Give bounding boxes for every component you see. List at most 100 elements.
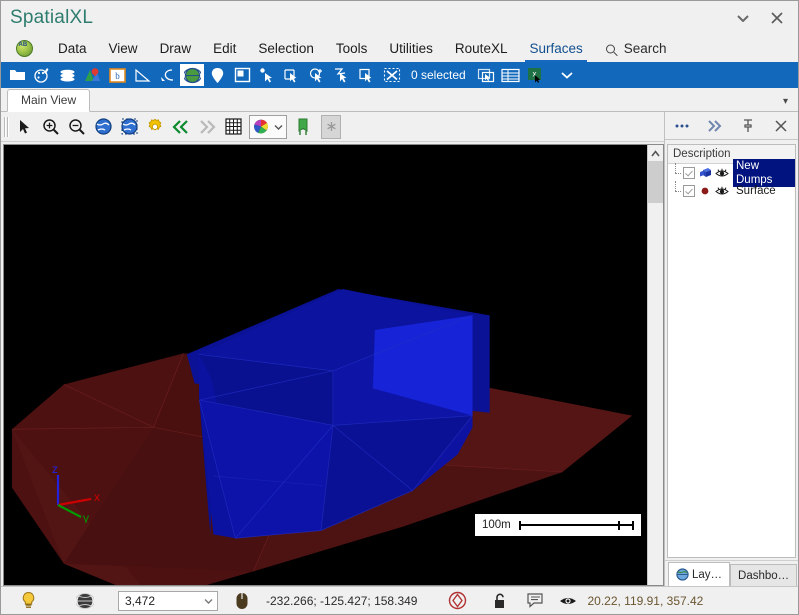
menu-item-view[interactable]: View — [98, 35, 149, 62]
chevron-down-icon — [737, 15, 749, 22]
boundary-b-button[interactable]: b — [105, 64, 129, 86]
next-view-button[interactable] — [194, 115, 220, 139]
clear-selection-button[interactable] — [380, 64, 404, 86]
search-box[interactable]: Search — [602, 35, 667, 62]
3d-viewport[interactable]: z x y 100m — [4, 145, 647, 585]
layer-checkbox[interactable] — [683, 185, 695, 197]
scrollbar-thumb[interactable] — [648, 161, 663, 203]
globe-icon — [676, 568, 689, 581]
layer-row-surface[interactable]: Surface — [668, 181, 795, 200]
visibility-eye-icon[interactable] — [715, 168, 729, 179]
table-grid-button[interactable] — [499, 64, 523, 86]
toolbar-drag-handle[interactable] — [3, 116, 9, 137]
snap-target-icon — [448, 591, 467, 610]
globe-button[interactable] — [180, 64, 204, 86]
curve-tool-button[interactable] — [155, 64, 179, 86]
menu-label: Selection — [258, 41, 314, 56]
settings-gear-icon — [148, 118, 162, 130]
chevron-down-icon[interactable] — [204, 598, 213, 604]
tabstrip-overflow-icon[interactable]: ▾ — [783, 96, 788, 107]
color-palette-dropdown-icon — [254, 119, 268, 134]
close-window-button[interactable] — [760, 4, 794, 32]
view-toolbar — [1, 112, 664, 142]
chevron-down-icon — [561, 72, 573, 79]
select-window-button[interactable] — [474, 64, 498, 86]
menu-label: Data — [58, 41, 87, 56]
map-pin-button[interactable] — [80, 64, 104, 86]
grid-button[interactable] — [220, 115, 246, 139]
svg-text:y: y — [83, 511, 89, 523]
view-settings-button[interactable] — [142, 115, 168, 139]
palette-brush-button[interactable] — [30, 64, 54, 86]
unlock-icon — [495, 593, 505, 608]
scrollbar-track[interactable] — [648, 203, 663, 585]
scroll-up-button[interactable] — [648, 145, 663, 161]
pin-panel-button[interactable] — [736, 115, 760, 137]
dock-tab-dashboard[interactable]: Dashbo… — [730, 564, 798, 586]
menu-label: Tools — [335, 41, 368, 56]
visibility-eye-icon[interactable] — [715, 186, 729, 197]
snap-target-button[interactable] — [431, 587, 483, 614]
map-pin-icon — [84, 67, 100, 81]
eye-icon — [560, 597, 577, 604]
app-logo-button[interactable] — [1, 35, 47, 62]
menu-item-selection[interactable]: Selection — [247, 35, 325, 62]
collapse-panel-button[interactable] — [703, 115, 727, 137]
menu-item-tools[interactable]: Tools — [325, 35, 379, 62]
menu-item-routexl[interactable]: RouteXL — [444, 35, 519, 62]
excel-export-button[interactable]: x — [524, 64, 548, 86]
ribbon-overflow-button[interactable] — [555, 64, 579, 86]
chevron-down-icon — [274, 124, 283, 130]
marker-pin-button[interactable] — [205, 64, 229, 86]
menu-item-surfaces[interactable]: Surfaces — [518, 35, 593, 62]
scale-bar-line — [518, 520, 635, 530]
layer-checkbox[interactable] — [683, 167, 695, 179]
viewport-vertical-scrollbar[interactable] — [647, 145, 663, 585]
curve-tool-icon — [160, 68, 173, 81]
clear-selection-icon — [383, 67, 401, 83]
green-flag-button[interactable] — [290, 115, 316, 139]
layers-stack-button[interactable] — [55, 64, 79, 86]
select-circle-button[interactable] — [305, 64, 329, 86]
scale-count-combobox[interactable]: 3,472 — [118, 590, 218, 611]
layer-label: Surface — [736, 185, 776, 197]
lock-button[interactable] — [483, 587, 517, 614]
close-panel-button[interactable] — [769, 115, 793, 137]
select-lasso-button[interactable] — [330, 64, 354, 86]
zoom-in-icon — [43, 118, 59, 135]
panel-layout-button[interactable] — [230, 64, 254, 86]
menu-item-draw[interactable]: Draw — [149, 35, 203, 62]
dock-tab-layers[interactable]: Lay… — [668, 562, 731, 586]
menu-label: Draw — [159, 41, 192, 56]
open-folder-button[interactable] — [5, 64, 29, 86]
zoom-out-button[interactable] — [64, 115, 90, 139]
tab-main-view[interactable]: Main View — [7, 89, 91, 112]
angle-measure-button[interactable] — [130, 64, 154, 86]
tree-connector — [672, 163, 683, 182]
excel-export-icon: x — [528, 68, 542, 83]
ribbon-toolbar: b 0 selected x — [1, 62, 798, 88]
pointer-select-button[interactable] — [12, 115, 38, 139]
palette-brush-icon — [33, 68, 48, 83]
lightbulb-button[interactable] — [1, 587, 56, 614]
window-menu-chevron-button[interactable] — [726, 4, 760, 32]
color-palette-dropdown[interactable] — [249, 114, 287, 139]
select-rectangle-button[interactable] — [355, 64, 379, 86]
layers-stack-icon — [60, 69, 74, 82]
menu-item-edit[interactable]: Edit — [202, 35, 247, 62]
menu-item-data[interactable]: Data — [47, 35, 98, 62]
globe-status-button[interactable] — [56, 587, 114, 614]
zoom-window-button[interactable] — [116, 115, 142, 139]
zoom-extents-button[interactable] — [90, 115, 116, 139]
layer-row-new-dumps[interactable]: New Dumps — [668, 159, 795, 187]
menu-label: RouteXL — [454, 41, 508, 56]
cursor-coordinates: -232.266; -125.427; 158.349 — [266, 593, 418, 608]
previous-view-button[interactable] — [168, 115, 194, 139]
status-bar: 3,472 -232.266; -125.427; 158.349 20.22,… — [1, 586, 798, 614]
more-options-button[interactable] — [670, 115, 694, 137]
select-polygon-button[interactable] — [280, 64, 304, 86]
menu-item-utilities[interactable]: Utilities — [378, 35, 444, 62]
zoom-in-button[interactable] — [38, 115, 64, 139]
note-button[interactable] — [517, 587, 553, 614]
select-point-button[interactable] — [255, 64, 279, 86]
